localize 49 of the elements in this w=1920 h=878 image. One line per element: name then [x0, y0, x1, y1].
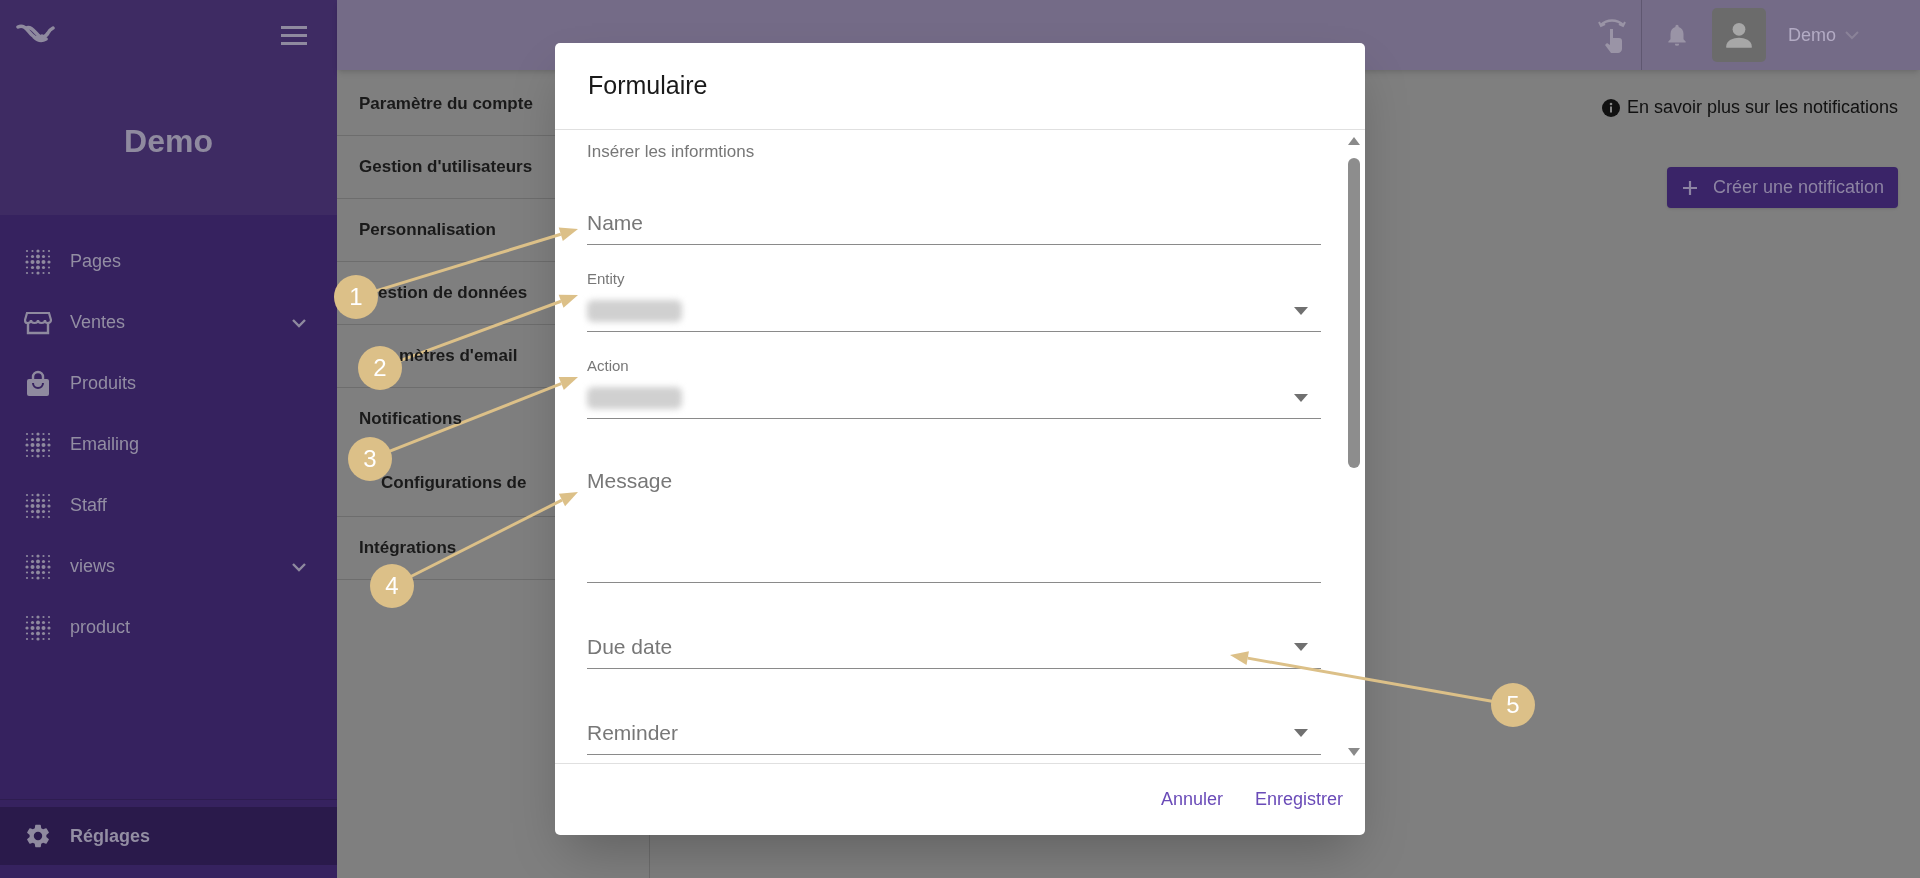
- dot-grid-icon: [24, 491, 52, 520]
- callout-number: 1: [334, 275, 378, 319]
- dot-grid-icon: [24, 430, 52, 459]
- sidebar-title: Demo: [123, 122, 214, 161]
- sidebar-item[interactable]: product: [0, 597, 337, 658]
- info-link[interactable]: En savoir plus sur les notifications: [1626, 94, 1898, 121]
- settings-menu-item[interactable]: Intégrations: [359, 535, 457, 561]
- shopping-bag-icon: [24, 369, 52, 398]
- info-icon: [1600, 97, 1621, 118]
- scroll-down-icon[interactable]: [1347, 747, 1361, 757]
- sidebar-item[interactable]: views: [0, 536, 337, 597]
- sidebar-item[interactable]: Emailing: [0, 414, 337, 475]
- sidebar-item[interactable]: Staff: [0, 475, 337, 536]
- gear-icon: [24, 822, 52, 850]
- dot-grid-icon: [24, 552, 52, 581]
- create-notification-button[interactable]: Créer une notification: [1666, 167, 1898, 208]
- user-menu[interactable]: Demo: [1788, 21, 1860, 49]
- touch-gesture-icon[interactable]: [1597, 17, 1627, 53]
- message-field[interactable]: Message: [587, 463, 1321, 583]
- plus-icon: [1680, 178, 1699, 197]
- dot-grid-icon: [24, 247, 52, 276]
- settings-menu-item[interactable]: Notifications: [359, 406, 462, 432]
- dialog-button[interactable]: Enregistrer: [1254, 780, 1343, 819]
- form-subtitle: Insérer les informtions: [587, 141, 756, 163]
- select-field[interactable]: Entity: [587, 268, 1321, 332]
- callout-number: 5: [1491, 683, 1535, 727]
- caret-down-icon: [1293, 304, 1309, 317]
- dialog-button[interactable]: Annuler: [1160, 780, 1223, 819]
- settings-menu-item[interactable]: Personnalisation: [359, 217, 496, 243]
- avatar[interactable]: [1712, 8, 1766, 62]
- sidebar-item[interactable]: Pages: [0, 231, 337, 292]
- scroll-up-icon[interactable]: [1347, 136, 1361, 146]
- menu-icon[interactable]: [279, 24, 309, 46]
- dot-grid-icon: [24, 613, 52, 642]
- settings-menu-item[interactable]: Paramètre du compte: [359, 91, 533, 117]
- scrollbar-thumb[interactable]: [1348, 158, 1360, 468]
- select-field[interactable]: Reminder: [587, 711, 1321, 755]
- select-field[interactable]: Action: [587, 355, 1321, 419]
- name-field[interactable]: Name: [587, 201, 1321, 245]
- dialog-title: Formulaire: [588, 70, 708, 102]
- caret-down-icon: [1293, 640, 1309, 653]
- sidebar-item[interactable]: Ventes: [0, 292, 337, 353]
- caret-down-icon: [1293, 726, 1309, 739]
- settings-menu-item[interactable]: Gestion d'utilisateurs: [359, 154, 533, 180]
- caret-down-icon: [1293, 391, 1309, 404]
- settings-menu-item[interactable]: estion de données: [378, 280, 528, 306]
- settings-nav-item[interactable]: Réglages: [0, 807, 337, 865]
- sidebar-item[interactable]: Produits: [0, 353, 337, 414]
- callout-number: 4: [370, 564, 414, 608]
